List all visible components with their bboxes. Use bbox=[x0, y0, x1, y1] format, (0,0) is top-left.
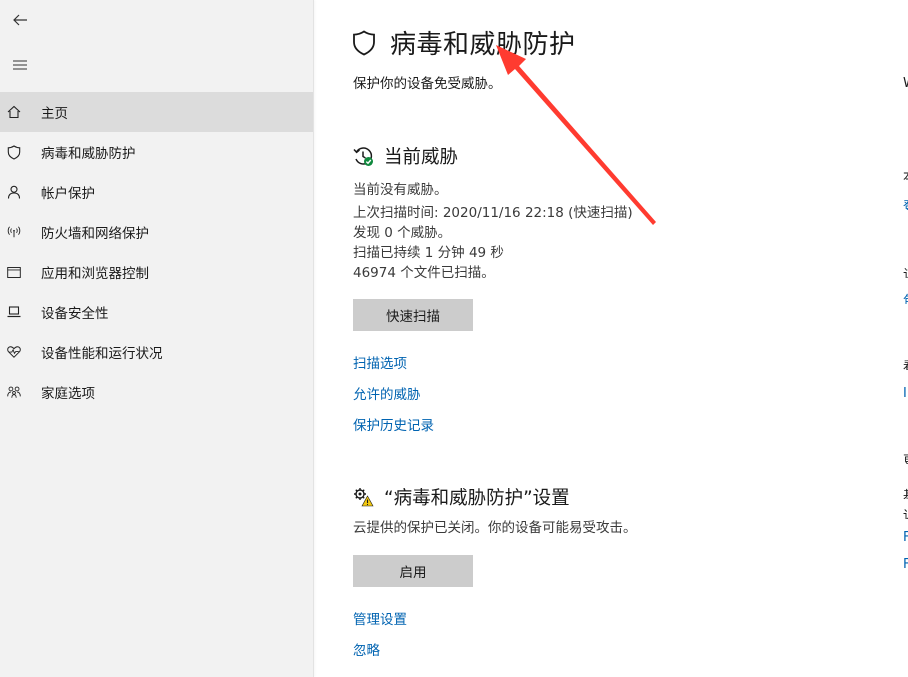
right-panel-fragment: 该 bbox=[903, 264, 908, 278]
sidebar-item-firewall[interactable]: 防火墙和网络保护 bbox=[0, 212, 313, 252]
protection-settings-header: “病毒和威胁防护”设置 bbox=[353, 484, 570, 510]
menu-button[interactable] bbox=[0, 45, 40, 85]
sidebar-item-label: 应用和浏览器控制 bbox=[41, 266, 149, 282]
person-icon bbox=[7, 185, 21, 199]
current-threats-title: 当前威胁 bbox=[384, 147, 459, 168]
sidebar-item-device-performance[interactable]: 设备性能和运行状况 bbox=[0, 332, 313, 372]
shield-icon bbox=[353, 29, 375, 55]
scan-options-link[interactable]: 扫描选项 bbox=[353, 352, 407, 372]
right-panel-fragment: 详 bbox=[903, 505, 908, 519]
page-subtitle: 保护你的设备免受威胁。 bbox=[353, 76, 502, 92]
right-panel-fragment: W bbox=[903, 76, 908, 90]
sidebar: 主页 病毒和威胁防护 帐户保护 防火墙和网络保护 应用和浏览器控制 设备安全性 … bbox=[0, 0, 314, 677]
current-threats-header: 当前威胁 bbox=[353, 143, 458, 169]
right-panel-fragment[interactable]: I bbox=[903, 386, 908, 400]
threat-status-text: 当前没有威胁。 bbox=[353, 182, 448, 198]
heart-pulse-icon bbox=[7, 345, 21, 359]
sidebar-item-label: 病毒和威胁防护 bbox=[41, 146, 136, 162]
hamburger-menu-icon bbox=[13, 60, 27, 70]
sidebar-item-label: 主页 bbox=[41, 106, 68, 122]
quick-scan-button[interactable]: 快速扫描 bbox=[353, 299, 473, 331]
enable-button[interactable]: 启用 bbox=[353, 555, 473, 587]
sidebar-item-device-security[interactable]: 设备安全性 bbox=[0, 292, 313, 332]
browser-window-icon bbox=[7, 265, 21, 279]
protection-settings-title: “病毒和威胁防护”设置 bbox=[384, 488, 570, 509]
back-button[interactable] bbox=[0, 0, 40, 40]
right-panel-fragment: 本 bbox=[903, 166, 908, 180]
right-panel-fragment[interactable]: F bbox=[903, 530, 908, 544]
page-header: 病毒和威胁防护 bbox=[352, 24, 576, 61]
sidebar-item-virus-protection[interactable]: 病毒和威胁防护 bbox=[0, 132, 313, 172]
protection-history-link[interactable]: 保护历史记录 bbox=[353, 414, 434, 434]
windows-security-window: 主页 病毒和威胁防护 帐户保护 防火墙和网络保护 应用和浏览器控制 设备安全性 … bbox=[0, 0, 908, 677]
sidebar-item-label: 帐户保护 bbox=[41, 186, 95, 202]
main-content: 病毒和威胁防护 保护你的设备免受威胁。 当前威胁 当前没有威胁。 上次扫描时间:… bbox=[314, 0, 908, 677]
last-scan-text: 上次扫描时间: 2020/11/16 22:18 (快速扫描) bbox=[353, 205, 633, 221]
sidebar-item-label: 设备性能和运行状况 bbox=[41, 346, 163, 362]
wifi-signal-icon bbox=[7, 225, 21, 239]
laptop-icon bbox=[7, 305, 21, 319]
sidebar-item-account-protection[interactable]: 帐户保护 bbox=[0, 172, 313, 212]
back-arrow-icon bbox=[13, 14, 27, 26]
sidebar-item-family-options[interactable]: 家庭选项 bbox=[0, 372, 313, 412]
files-scanned-text: 46974 个文件已扫描。 bbox=[353, 265, 495, 281]
right-panel-fragment: 更 bbox=[903, 450, 908, 464]
right-panel-fragment[interactable]: 登 bbox=[903, 196, 908, 210]
sidebar-item-label: 防火墙和网络保护 bbox=[41, 226, 149, 242]
dismiss-link[interactable]: 忽略 bbox=[353, 639, 380, 659]
settings-gear-warning-icon bbox=[354, 488, 374, 507]
sidebar-item-home[interactable]: 主页 bbox=[0, 92, 313, 132]
allowed-threats-link[interactable]: 允许的威胁 bbox=[353, 383, 421, 403]
scan-history-check-icon bbox=[353, 146, 373, 166]
sidebar-item-app-browser-control[interactable]: 应用和浏览器控制 bbox=[0, 252, 313, 292]
right-panel-fragment: 看 bbox=[903, 356, 908, 370]
home-icon bbox=[7, 105, 21, 119]
right-panel-fragment: 基 bbox=[903, 485, 908, 499]
scan-duration-text: 扫描已持续 1 分钟 49 秒 bbox=[353, 245, 504, 261]
shield-icon bbox=[7, 144, 21, 160]
right-panel-fragment[interactable]: F bbox=[903, 557, 908, 571]
sidebar-item-label: 家庭选项 bbox=[41, 386, 95, 402]
manage-settings-link[interactable]: 管理设置 bbox=[353, 608, 407, 628]
cloud-protection-warning-text: 云提供的保护已关闭。你的设备可能易受攻击。 bbox=[353, 520, 637, 536]
sidebar-nav: 主页 病毒和威胁防护 帐户保护 防火墙和网络保护 应用和浏览器控制 设备安全性 … bbox=[0, 92, 313, 412]
page-title: 病毒和威胁防护 bbox=[390, 30, 576, 60]
right-panel-fragment[interactable]: 包 bbox=[903, 290, 908, 304]
sidebar-item-label: 设备安全性 bbox=[41, 306, 109, 322]
family-icon bbox=[7, 385, 21, 399]
threats-found-text: 发现 0 个威胁。 bbox=[353, 225, 452, 241]
